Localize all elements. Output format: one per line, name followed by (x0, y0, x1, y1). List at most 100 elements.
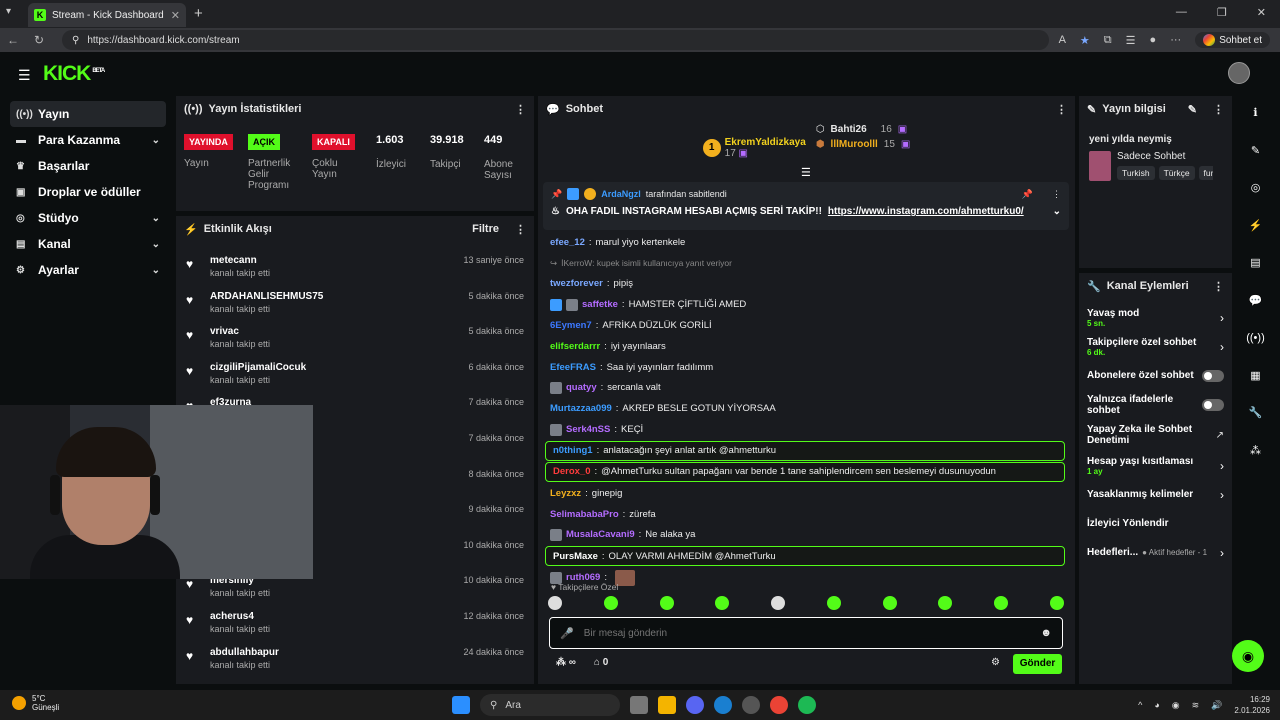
sidebar-item-ayarlar[interactable]: ⚙ Ayarlar ⌄ (10, 257, 166, 283)
read-aloud-icon[interactable]: A (1059, 34, 1066, 46)
chat-message[interactable]: elifserdarrr: iyi yayınlaars (543, 336, 1069, 357)
kebab-menu-icon[interactable]: ⋮ (515, 223, 526, 236)
channel-action-item[interactable]: Abonelere özel sohbet (1079, 361, 1232, 390)
activity-item[interactable]: ♥ metecann kanalı takip etti 13 saniye ö… (176, 250, 534, 286)
toggle-switch[interactable] (1202, 398, 1224, 411)
close-window-icon[interactable]: ✕ (1257, 6, 1266, 19)
emote-icon[interactable] (548, 596, 562, 610)
kebab-menu-icon[interactable]: ⋮ (1213, 103, 1224, 116)
clock[interactable]: 16:29 2.01.2026 (1234, 694, 1270, 716)
activity-item[interactable]: ♥ acherus4 kanalı takip etti 12 dakika ö… (176, 606, 534, 642)
chat-icon[interactable]: 💬 (1237, 282, 1274, 320)
site-info-icon[interactable]: ⚲ (72, 35, 79, 46)
copilot-chat-button[interactable]: Sohbet et (1195, 32, 1270, 48)
discord-tray-icon[interactable]: ◕ (1154, 700, 1159, 710)
weather-widget[interactable]: 5°C Güneşli (12, 694, 59, 712)
channel-action-item[interactable]: Yapay Zeka ile Sohbet Denetimi ↗ (1079, 419, 1232, 451)
gifts-button[interactable]: ⌂ 0 (594, 657, 608, 668)
emote-icon[interactable] (659, 596, 674, 610)
chevron-down-icon[interactable]: ⌄ (1053, 206, 1061, 217)
sidebar-item-droplar[interactable]: ▣ Droplar ve ödüller (10, 179, 166, 205)
toggle-switch[interactable] (1202, 369, 1224, 382)
chat-message[interactable]: efee_12: marul yiyo kertenkele (543, 232, 1069, 253)
top-chatter-1[interactable]: 1 EkremYaldizkaya 17 ▣ (702, 124, 806, 172)
activity-item[interactable]: ♥ ARDAHANLISEHMUS75 kanalı takip etti 5 … (176, 286, 534, 322)
reply-indicator[interactable]: ↪ İKerroW: kupek isimli kullanıcıya yanıt… (543, 253, 1069, 274)
chat-message[interactable]: Murtazzaa099: AKREP BESLE GOTUN YİYORSAA (543, 398, 1069, 419)
chat-message[interactable]: SelimababaPro: zürefa (543, 504, 1069, 525)
maximize-icon[interactable]: ❐ (1217, 6, 1227, 19)
activity-item[interactable]: ♥ abdullahbapur kanalı takip etti 24 dak… (176, 642, 534, 678)
emote-icon[interactable] (826, 596, 841, 610)
reload-icon[interactable]: ↻ (26, 33, 52, 47)
tag-chip[interactable]: fun (1198, 166, 1213, 180)
kebab-menu-icon[interactable]: ⋮ (1056, 103, 1067, 116)
chat-username[interactable]: SelimababaPro (550, 509, 619, 520)
more-icon[interactable]: ··· (1170, 34, 1181, 46)
chat-input[interactable] (583, 627, 1031, 639)
wifi-icon[interactable]: ≋ (1192, 700, 1200, 711)
points-button[interactable]: ⁂ ∞ (556, 657, 576, 668)
sidebar-item-yayin[interactable]: ((•)) Yayın (10, 101, 166, 127)
minimize-icon[interactable]: — (1176, 6, 1187, 19)
nodes-icon[interactable]: ⁂ (1237, 432, 1274, 470)
back-icon[interactable]: ← (0, 33, 26, 47)
chat-username[interactable]: Leyzxz (550, 488, 581, 499)
chat-message[interactable]: Leyzxz: ginepig (543, 483, 1069, 504)
chat-message[interactable]: twezforever: pipiş (543, 274, 1069, 295)
unpin-icon[interactable]: 📌 (1022, 189, 1033, 200)
chat-username[interactable]: Murtazzaa099 (550, 403, 612, 414)
address-bar[interactable]: ⚲ https://dashboard.kick.com/stream (62, 30, 1049, 50)
bolt-icon[interactable]: ⚡ (1237, 207, 1274, 245)
close-tab-icon[interactable]: ✕ (171, 9, 180, 22)
kick-logo[interactable]: KICK BETA (43, 62, 105, 86)
emote-icon[interactable] (938, 596, 953, 610)
sidebar-item-kanal[interactable]: ▤ Kanal ⌄ (10, 231, 166, 257)
emote-icon[interactable] (1049, 596, 1064, 610)
chat-message[interactable]: PursMaxe: OLAY VARMI AHMEDİM @AhmetTurku (545, 546, 1065, 567)
browser-tab[interactable]: K Stream - Kick Dashboard ✕ (28, 3, 186, 27)
top-chatter-2[interactable]: ⬡ Bahti26 16 ▣ (816, 124, 911, 135)
tag-chip[interactable]: Turkish (1117, 166, 1155, 180)
task-view-icon[interactable] (630, 696, 648, 714)
chat-message[interactable]: saffetke: HAMSTER ÇİFTLİĞİ AMED (543, 294, 1069, 315)
chat-username[interactable]: saffetke (582, 299, 618, 310)
user-avatar[interactable] (1228, 62, 1250, 84)
chat-message[interactable]: Derox_0: @AhmetTurku sultan papağanı var … (545, 461, 1065, 482)
emote-icon[interactable] (882, 596, 897, 610)
chat-username[interactable]: EfeeFRAS (550, 362, 596, 373)
chat-username[interactable]: MusalaCavani9 (566, 529, 635, 540)
pinned-link[interactable]: https://www.instagram.com/ahmetturku0/ (828, 206, 1024, 217)
filter-button[interactable]: Filtre (472, 223, 499, 235)
kebab-menu-icon[interactable]: ⋮ (515, 103, 526, 116)
chat-message[interactable]: MusalaCavani9: Ne alaka ya (543, 525, 1069, 546)
info-icon[interactable]: ℹ (1237, 94, 1274, 132)
chat-settings-icon[interactable]: ⚙ (991, 657, 1000, 668)
chat-username[interactable]: Derox_0 (553, 466, 591, 477)
document-icon[interactable]: ▤ (1237, 244, 1274, 282)
chat-message[interactable]: n0thing1: anlatacağın şeyi anlat artık @a… (545, 440, 1065, 461)
channel-action-item[interactable]: Yavaş mod 5 sn. › (1079, 303, 1232, 332)
top-chatter-3[interactable]: ⬢ lllMuroolll 15 ▣ (816, 139, 911, 150)
taskbar-search[interactable]: ⚲ Ara (480, 694, 620, 716)
emote-icon[interactable] (603, 596, 618, 610)
support-fab-button[interactable]: ◉ (1232, 640, 1264, 672)
kebab-menu-icon[interactable]: ⋮ (1052, 189, 1061, 200)
sidebar-item-studyo[interactable]: ◎ Stüdyo ⌄ (10, 205, 166, 231)
chat-username[interactable]: elifserdarrr (550, 341, 600, 352)
chrome-icon[interactable] (770, 696, 788, 714)
profile-icon[interactable]: ● (1150, 34, 1157, 46)
chat-username[interactable]: twezforever (550, 278, 603, 289)
channel-action-item[interactable]: İzleyici Yönlendir (1079, 509, 1232, 538)
edit-icon[interactable]: ✎ (1188, 103, 1197, 116)
camera-icon[interactable]: ◎ (1237, 169, 1274, 207)
emote-icon[interactable] (771, 596, 786, 610)
emote-icon[interactable] (715, 596, 730, 610)
chat-username[interactable]: Serk4nSS (566, 424, 610, 435)
tray-chevron-icon[interactable]: ^ (1138, 700, 1142, 710)
category-name[interactable]: Sadece Sohbet (1117, 151, 1213, 162)
category-thumbnail[interactable] (1089, 151, 1111, 181)
pinned-by-user[interactable]: ArdaNgzl (601, 189, 641, 199)
chat-message[interactable]: ruth069: (543, 567, 1069, 588)
sidebar-item-para-kazanma[interactable]: ▬ Para Kazanma ⌄ (10, 127, 166, 153)
